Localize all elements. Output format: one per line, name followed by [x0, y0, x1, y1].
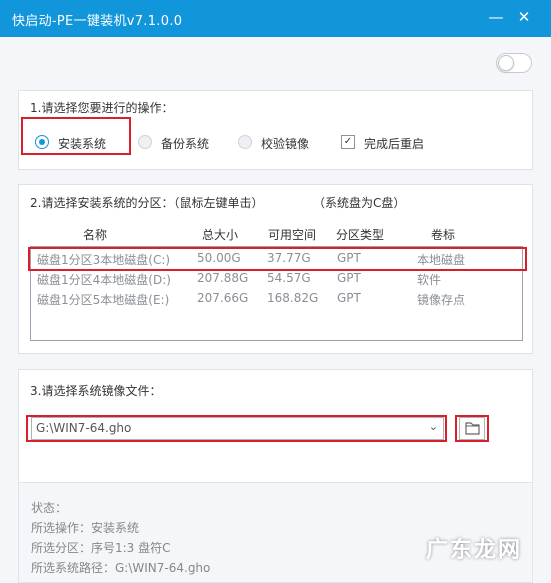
- table-row[interactable]: 磁盘1分区4本地磁盘(D:) 207.88G 54.57G GPT 软件: [31, 269, 522, 289]
- radio-disabled-icon[interactable]: [238, 135, 252, 149]
- toggle-knob: [498, 55, 514, 71]
- status-image-path: 所选系统路径：G:\WIN7-64.gho: [31, 561, 211, 575]
- window-title: 快启动-PE一键装机v7.1.0.0: [12, 14, 183, 29]
- cell-partition-type: GPT: [337, 271, 361, 285]
- option-label: 备份系统: [161, 137, 210, 151]
- status-operation: 所选操作：安装系统: [31, 521, 140, 535]
- minimize-button[interactable]: —: [484, 5, 508, 29]
- highlight-selected-partition: [28, 247, 527, 271]
- cell-free-space: 54.57G: [267, 271, 311, 285]
- column-free-space: 可用空间: [268, 228, 317, 242]
- cell-free-space: 168.82G: [267, 291, 319, 305]
- main-area: 1.请选择您要进行的操作： 安装系统 备份系统 校验镜像 ✓ 完成后重启 2.请…: [0, 37, 551, 583]
- column-total-size: 总大小: [202, 228, 239, 242]
- cell-volume-label: 镜像存点: [417, 293, 466, 307]
- partition-panel: 2.请选择安装系统的分区：（鼠标左键单击） （系统盘为C盘） 名称 总大小 可用…: [18, 184, 533, 354]
- cell-name: 磁盘1分区5本地磁盘(E:): [37, 293, 170, 307]
- checkmark-icon[interactable]: ✓: [341, 135, 355, 149]
- cell-partition-type: GPT: [337, 291, 361, 305]
- radio-disabled-icon[interactable]: [138, 135, 152, 149]
- image-panel: 3.请选择系统镜像文件： G:\WIN7-64.gho ⌄: [18, 369, 533, 496]
- operation-title: 1.请选择您要进行的操作：: [30, 101, 174, 115]
- partition-title: 2.请选择安装系统的分区：（鼠标左键单击）: [30, 196, 264, 210]
- radio-selected-icon[interactable]: [35, 135, 49, 149]
- highlight-image-select: [26, 415, 447, 442]
- status-label: 状态：: [31, 501, 68, 515]
- close-button[interactable]: ✕: [512, 5, 536, 29]
- settings-toggle[interactable]: [496, 53, 532, 73]
- watermark-text: 广东龙网: [426, 537, 523, 563]
- system-disk-note: （系统盘为C盘）: [313, 196, 406, 210]
- title-bar: 快启动-PE一键装机v7.1.0.0 — ✕: [0, 0, 551, 37]
- cell-total-size: 207.66G: [197, 291, 249, 305]
- cell-total-size: 207.88G: [197, 271, 249, 285]
- option-label: 安装系统: [58, 137, 107, 151]
- option-label: 校验镜像: [261, 137, 310, 151]
- cell-volume-label: 软件: [417, 273, 442, 287]
- highlight-browse-button: [455, 415, 489, 442]
- checkbox-label: 完成后重启: [364, 137, 425, 151]
- table-row[interactable]: 磁盘1分区5本地磁盘(E:) 207.66G 168.82G GPT 镜像存点: [31, 289, 522, 309]
- partition-table-header: 名称 总大小 可用空间 分区类型 卷标: [30, 226, 523, 242]
- image-title: 3.请选择系统镜像文件：: [30, 384, 162, 398]
- status-partition: 所选分区：序号1:3 盘符C: [31, 541, 171, 555]
- column-volume-label: 卷标: [431, 228, 456, 242]
- operation-panel: 1.请选择您要进行的操作： 安装系统 备份系统 校验镜像 ✓ 完成后重启: [18, 90, 533, 170]
- column-partition-type: 分区类型: [336, 228, 385, 242]
- column-name: 名称: [83, 228, 108, 242]
- cell-name: 磁盘1分区4本地磁盘(D:): [37, 273, 171, 287]
